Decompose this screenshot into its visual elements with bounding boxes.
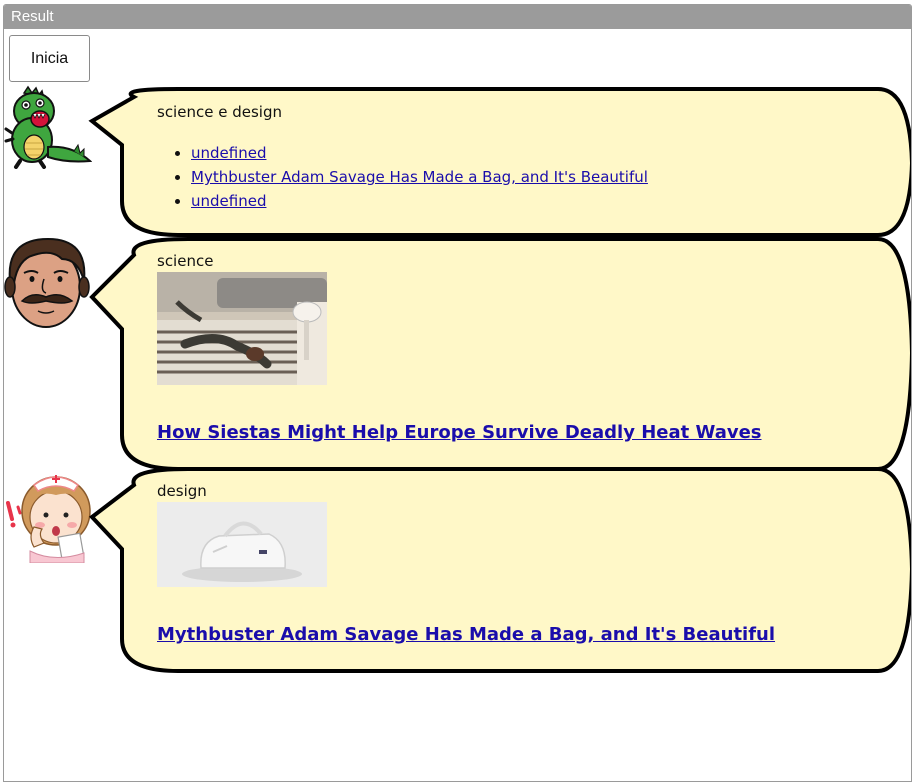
article-link[interactable]: undefined [191,192,266,210]
message-content-2: science How Siestas Might Help Europe Su… [157,252,857,452]
article-link[interactable]: Mythbuster Adam Savage Has Made a Bag, a… [191,168,648,186]
article-thumbnail[interactable] [157,272,327,385]
list-item: Mythbuster Adam Savage Has Made a Bag, a… [191,165,857,189]
mustached-man-avatar-icon [4,237,90,328]
message-topic: science [157,252,214,270]
nurse-avatar-icon [6,475,91,563]
message-content-1: science e design undefined Mythbuster Ad… [157,103,857,213]
inicia-button[interactable]: Inicia [9,35,90,82]
article-headline-link[interactable]: Mythbuster Adam Savage Has Made a Bag, a… [157,624,775,645]
list-item: undefined [191,189,857,213]
article-headline-link[interactable]: How Siestas Might Help Europe Survive De… [157,422,762,443]
article-link[interactable]: undefined [191,144,266,162]
result-frame: Result Inicia science e design undefined… [3,4,912,782]
message-topic: design [157,482,207,500]
article-link-list: undefined Mythbuster Adam Savage Has Mad… [157,141,857,213]
message-content-3: design Mythbuster Adam Savage Has Made a… [157,482,857,662]
article-thumbnail[interactable] [157,502,327,587]
dinosaur-avatar-icon [4,85,92,169]
message-topic: science e design [157,103,282,121]
frame-title: Result [4,5,911,29]
list-item: undefined [191,141,857,165]
